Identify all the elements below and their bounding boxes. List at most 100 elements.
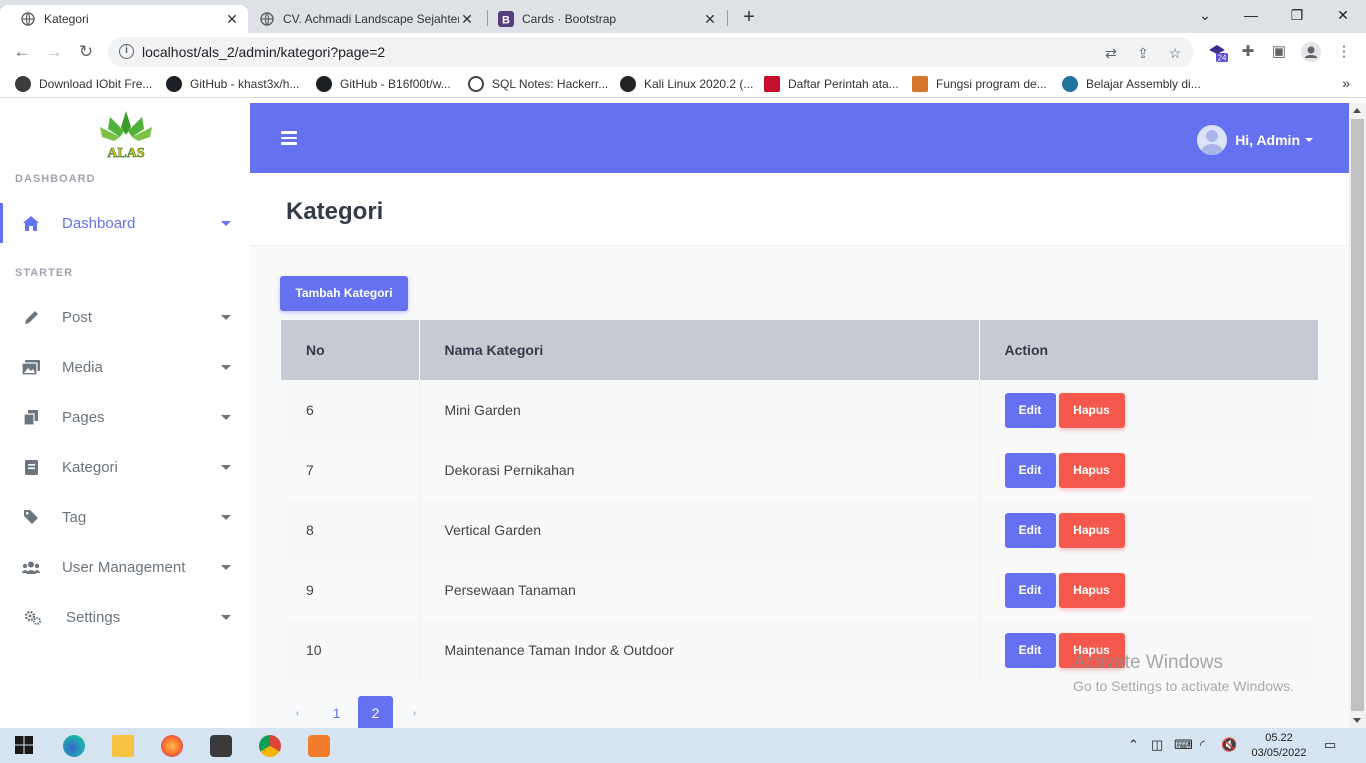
tab-search-icon[interactable]: ⌄ xyxy=(1182,4,1228,28)
avatar xyxy=(1197,125,1228,155)
column-header-action: Action xyxy=(979,320,1318,380)
chevron-up-icon[interactable]: ⌃ xyxy=(1128,737,1139,753)
device-icon[interactable]: ◫ xyxy=(1151,737,1163,753)
globe-icon xyxy=(20,11,36,27)
wifi-icon[interactable]: ◜ xyxy=(1200,737,1205,753)
pagination-next[interactable]: › xyxy=(397,696,432,731)
reload-icon[interactable]: ↻ xyxy=(74,40,98,64)
browser-toolbar: ← → ↻ i localhost/als_2/admin/kategori?p… xyxy=(0,33,1366,70)
globe-icon xyxy=(259,11,275,27)
info-icon[interactable]: i xyxy=(119,44,134,59)
sidebar-item-label: Kategori xyxy=(62,458,118,476)
alas-logo[interactable]: ALAS xyxy=(96,109,156,161)
profile-icon[interactable] xyxy=(1300,41,1322,63)
cell-actions: Edit Hapus xyxy=(979,380,1318,440)
cell-name: Vertical Garden xyxy=(419,500,980,560)
sidebar-item-dashboard[interactable]: Dashboard xyxy=(0,203,250,243)
bookmarks-more-icon[interactable]: » xyxy=(1342,75,1350,91)
input-method-icon[interactable]: ⌨ xyxy=(1174,737,1193,753)
user-menu[interactable]: Hi, Admin xyxy=(1197,125,1313,155)
back-icon[interactable]: ← xyxy=(10,40,34,64)
bookmark-item[interactable]: Kali Linux 2020.2 (... xyxy=(620,76,753,92)
side-panel-icon[interactable]: ▣ xyxy=(1268,41,1290,63)
sidebar-item-tag[interactable]: Tag xyxy=(0,497,250,537)
bookmark-item[interactable]: Fungsi program de... xyxy=(912,76,1047,92)
edit-button[interactable]: Edit xyxy=(1004,512,1056,548)
bookmark-item[interactable]: Download IObit Fre... xyxy=(15,76,152,92)
restore-button[interactable]: ❐ xyxy=(1274,4,1320,28)
firefox-icon[interactable] xyxy=(161,735,183,757)
close-tab-icon[interactable]: ✕ xyxy=(224,11,240,28)
browser-tab-kategori[interactable]: Kategori ✕ xyxy=(0,5,248,33)
caret-down-icon xyxy=(221,614,231,620)
page-header: Kategori xyxy=(250,173,1349,246)
chrome-icon[interactable] xyxy=(259,735,281,757)
edit-button[interactable]: Edit xyxy=(1004,572,1056,608)
images-icon xyxy=(22,358,40,376)
pagination-prev[interactable]: ‹ xyxy=(280,696,315,731)
minimize-button[interactable]: — xyxy=(1228,4,1274,28)
sidebar: ALAS DASHBOARD Dashboard STARTER Post Me… xyxy=(0,103,250,728)
share-icon[interactable]: ⇪ xyxy=(1134,44,1152,62)
bookmark-item[interactable]: GitHub - B16f00t/w... xyxy=(316,76,451,92)
close-tab-icon[interactable]: ✕ xyxy=(702,11,718,28)
page-title: Kategori xyxy=(286,198,384,225)
scroll-down-icon[interactable] xyxy=(1353,718,1361,723)
cell-name: Mini Garden xyxy=(419,380,980,440)
translate-icon[interactable]: ⇄ xyxy=(1102,44,1120,62)
delete-button[interactable]: Hapus xyxy=(1058,452,1125,488)
browser-tab-bootstrap-cards[interactable]: B Cards · Bootstrap ✕ xyxy=(478,5,726,33)
edit-button[interactable]: Edit xyxy=(1004,452,1056,488)
sidebar-item-settings[interactable]: Settings xyxy=(0,597,250,637)
browser-tab-cv-achmadi[interactable]: CV. Achmadi Landscape Sejahtera ✕ xyxy=(239,5,487,33)
extension-badge-icon[interactable]: 24 xyxy=(1206,41,1228,63)
menu-kebab-icon[interactable]: ⋮ xyxy=(1333,41,1355,63)
edge-icon[interactable] xyxy=(63,735,85,757)
add-category-button[interactable]: Tambah Kategori xyxy=(280,276,408,311)
edit-button[interactable]: Edit xyxy=(1004,392,1056,428)
new-tab-button[interactable]: + xyxy=(737,6,761,30)
forward-icon[interactable]: → xyxy=(42,40,66,64)
bookmark-item[interactable]: Daftar Perintah ata... xyxy=(764,76,899,92)
file-explorer-icon[interactable] xyxy=(112,735,134,757)
sidebar-item-post[interactable]: Post xyxy=(0,297,250,337)
category-table: No Nama Kategori Action 6 Mini Garden Ed… xyxy=(281,320,1318,680)
scroll-thumb[interactable] xyxy=(1351,119,1364,711)
system-clock[interactable]: 05.22 03/05/2022 xyxy=(1244,731,1314,761)
pagination-page-1[interactable]: 1 xyxy=(319,696,354,731)
bookmark-item[interactable]: SQL Notes: Hackerr... xyxy=(468,76,608,92)
sidebar-item-pages[interactable]: Pages xyxy=(0,397,250,437)
pagination-page-2[interactable]: 2 xyxy=(358,696,393,731)
edit-button[interactable]: Edit xyxy=(1004,632,1056,668)
delete-button[interactable]: Hapus xyxy=(1058,512,1125,548)
delete-button[interactable]: Hapus xyxy=(1058,572,1125,608)
hamburger-menu-icon[interactable] xyxy=(281,131,297,145)
notifications-icon[interactable]: ▭ xyxy=(1324,737,1336,753)
cell-name: Persewaan Tanaman xyxy=(419,560,980,620)
bookmark-item[interactable]: Belajar Assembly di... xyxy=(1062,76,1201,92)
sidebar-item-media[interactable]: Media xyxy=(0,347,250,387)
users-icon xyxy=(22,558,40,576)
page-scrollbar[interactable] xyxy=(1349,103,1366,728)
bookmark-star-icon[interactable]: ☆ xyxy=(1166,44,1184,62)
cell-name: Dekorasi Pernikahan xyxy=(419,440,980,500)
delete-button[interactable]: Hapus xyxy=(1058,392,1125,428)
iobit-icon xyxy=(15,76,31,92)
bookmark-item[interactable]: GitHub - khast3x/h... xyxy=(166,76,299,92)
url-text: localhost/als_2/admin/kategori?page=2 xyxy=(142,44,386,60)
caret-down-icon xyxy=(221,364,231,370)
sublime-text-icon[interactable] xyxy=(210,735,232,757)
tag-icon xyxy=(22,508,40,526)
volume-muted-icon[interactable]: 🔇 xyxy=(1221,737,1237,753)
puzzle-extensions-icon[interactable]: ✚ xyxy=(1237,41,1259,63)
sidebar-item-kategori[interactable]: Kategori xyxy=(0,447,250,487)
windows-start-icon[interactable] xyxy=(14,735,36,757)
xampp-icon[interactable] xyxy=(308,735,330,757)
scroll-up-icon[interactable] xyxy=(1353,108,1361,113)
close-tab-icon[interactable]: ✕ xyxy=(459,11,475,28)
sidebar-item-user-management[interactable]: User Management xyxy=(0,547,250,587)
clock-time: 05.22 xyxy=(1265,732,1293,744)
close-window-button[interactable]: ✕ xyxy=(1320,4,1366,28)
address-bar[interactable]: i localhost/als_2/admin/kategori?page=2 … xyxy=(108,37,1194,67)
cell-no: 10 xyxy=(281,620,420,680)
